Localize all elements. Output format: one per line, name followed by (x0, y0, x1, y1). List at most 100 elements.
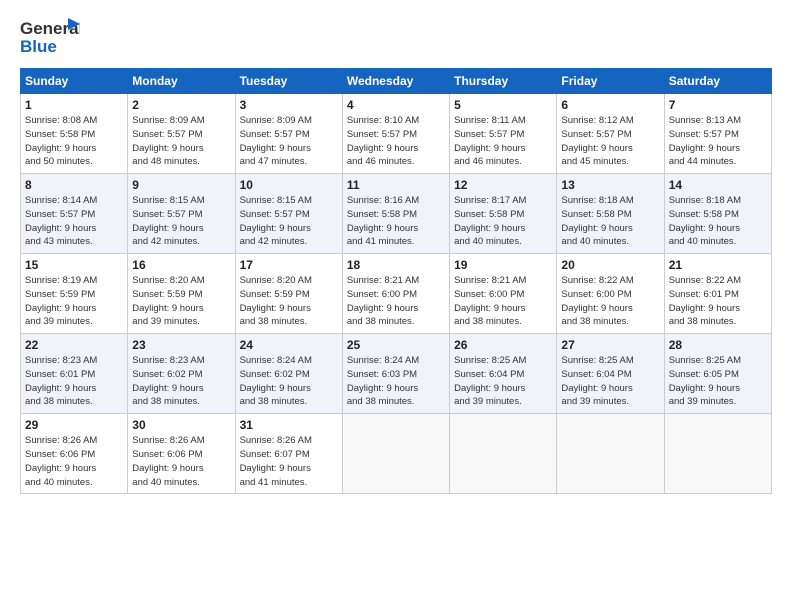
header-day-tuesday: Tuesday (235, 69, 342, 94)
calendar-cell: 17Sunrise: 8:20 AM Sunset: 5:59 PM Dayli… (235, 254, 342, 334)
day-info: Sunrise: 8:18 AM Sunset: 5:58 PM Dayligh… (561, 194, 659, 249)
calendar-cell: 20 Sunrise: 8:22 AM Sunset: 6:00 PM Dayli… (557, 254, 664, 334)
day-info: Sunrise: 8:08 AM Sunset: 5:58 PM Dayligh… (25, 114, 123, 169)
logo: GeneralBlue (20, 16, 80, 58)
day-info: Sunrise: 8:22 AM Sunset: 6:01 PM Dayligh… (669, 274, 767, 329)
day-info: Sunrise: 8:14 AM Sunset: 5:57 PM Dayligh… (25, 194, 123, 249)
calendar-cell: 31 Sunrise: 8:26 AM Sunset: 6:07 PM Dayli… (235, 414, 342, 494)
calendar-cell: 19 Sunrise: 8:21 AM Sunset: 6:00 PM Dayli… (450, 254, 557, 334)
day-info: Sunrise: 8:10 AM Sunset: 5:57 PM Dayligh… (347, 114, 445, 169)
calendar-cell: 28Sunrise: 8:25 AM Sunset: 6:05 PM Dayli… (664, 334, 771, 414)
day-info: Sunrise: 8:20 AM Sunset: 5:59 PM Dayligh… (132, 274, 230, 329)
calendar-cell: 24 Sunrise: 8:24 AM Sunset: 6:02 PM Dayli… (235, 334, 342, 414)
calendar-table: SundayMondayTuesdayWednesdayThursdayFrid… (20, 68, 772, 494)
day-info: Sunrise: 8:26 AM Sunset: 6:07 PM Dayligh… (240, 434, 338, 489)
day-info: Sunrise: 8:15 AM Sunset: 5:57 PM Dayligh… (132, 194, 230, 249)
day-number: 8 (25, 178, 123, 192)
calendar-cell: 25Sunrise: 8:24 AM Sunset: 6:03 PM Dayli… (342, 334, 449, 414)
calendar-cell: 18 Sunrise: 8:21 AM Sunset: 6:00 PM Dayli… (342, 254, 449, 334)
calendar-cell: 27 Sunrise: 8:25 AM Sunset: 6:04 PM Dayli… (557, 334, 664, 414)
day-number: 24 (240, 338, 338, 352)
day-info: Sunrise: 8:20 AM Sunset: 5:59 PM Dayligh… (240, 274, 338, 329)
calendar-week-3: 15Sunrise: 8:19 AM Sunset: 5:59 PM Dayli… (21, 254, 772, 334)
day-info: Sunrise: 8:16 AM Sunset: 5:58 PM Dayligh… (347, 194, 445, 249)
day-number: 5 (454, 98, 552, 112)
day-info: Sunrise: 8:25 AM Sunset: 6:04 PM Dayligh… (561, 354, 659, 409)
day-number: 3 (240, 98, 338, 112)
day-number: 21 (669, 258, 767, 272)
day-info: Sunrise: 8:24 AM Sunset: 6:02 PM Dayligh… (240, 354, 338, 409)
calendar-cell: 6 Sunrise: 8:12 AM Sunset: 5:57 PM Daylig… (557, 94, 664, 174)
day-info: Sunrise: 8:21 AM Sunset: 6:00 PM Dayligh… (347, 274, 445, 329)
calendar-cell: 16 Sunrise: 8:20 AM Sunset: 5:59 PM Dayli… (128, 254, 235, 334)
day-number: 27 (561, 338, 659, 352)
calendar-cell: 26 Sunrise: 8:25 AM Sunset: 6:04 PM Dayli… (450, 334, 557, 414)
day-info: Sunrise: 8:21 AM Sunset: 6:00 PM Dayligh… (454, 274, 552, 329)
calendar-cell: 1 Sunrise: 8:08 AM Sunset: 5:58 PM Daylig… (21, 94, 128, 174)
day-number: 30 (132, 418, 230, 432)
calendar-cell: 9 Sunrise: 8:15 AM Sunset: 5:57 PM Daylig… (128, 174, 235, 254)
page: GeneralBlue SundayMondayTuesdayWednesday… (0, 0, 792, 612)
day-number: 18 (347, 258, 445, 272)
calendar-cell: 23Sunrise: 8:23 AM Sunset: 6:02 PM Dayli… (128, 334, 235, 414)
header-day-wednesday: Wednesday (342, 69, 449, 94)
calendar-cell: 10 Sunrise: 8:15 AM Sunset: 5:57 PM Dayli… (235, 174, 342, 254)
day-info: Sunrise: 8:19 AM Sunset: 5:59 PM Dayligh… (25, 274, 123, 329)
calendar-week-1: 1 Sunrise: 8:08 AM Sunset: 5:58 PM Daylig… (21, 94, 772, 174)
header-day-monday: Monday (128, 69, 235, 94)
calendar-cell: 21 Sunrise: 8:22 AM Sunset: 6:01 PM Dayli… (664, 254, 771, 334)
calendar-cell: 2 Sunrise: 8:09 AM Sunset: 5:57 PM Daylig… (128, 94, 235, 174)
day-number: 31 (240, 418, 338, 432)
day-info: Sunrise: 8:23 AM Sunset: 6:01 PM Dayligh… (25, 354, 123, 409)
day-info: Sunrise: 8:25 AM Sunset: 6:04 PM Dayligh… (454, 354, 552, 409)
day-number: 19 (454, 258, 552, 272)
day-info: Sunrise: 8:09 AM Sunset: 5:57 PM Dayligh… (240, 114, 338, 169)
day-info: Sunrise: 8:15 AM Sunset: 5:57 PM Dayligh… (240, 194, 338, 249)
calendar-cell: 3 Sunrise: 8:09 AM Sunset: 5:57 PM Daylig… (235, 94, 342, 174)
calendar-cell (664, 414, 771, 494)
calendar-cell: 11Sunrise: 8:16 AM Sunset: 5:58 PM Dayli… (342, 174, 449, 254)
day-number: 20 (561, 258, 659, 272)
calendar-header-row: SundayMondayTuesdayWednesdayThursdayFrid… (21, 69, 772, 94)
svg-text:Blue: Blue (20, 37, 57, 56)
day-info: Sunrise: 8:18 AM Sunset: 5:58 PM Dayligh… (669, 194, 767, 249)
calendar-cell: 15Sunrise: 8:19 AM Sunset: 5:59 PM Dayli… (21, 254, 128, 334)
calendar-cell: 29Sunrise: 8:26 AM Sunset: 6:06 PM Dayli… (21, 414, 128, 494)
day-info: Sunrise: 8:13 AM Sunset: 5:57 PM Dayligh… (669, 114, 767, 169)
header-day-sunday: Sunday (21, 69, 128, 94)
day-number: 22 (25, 338, 123, 352)
calendar-cell: 8 Sunrise: 8:14 AM Sunset: 5:57 PM Daylig… (21, 174, 128, 254)
calendar-cell: 4 Sunrise: 8:10 AM Sunset: 5:57 PM Daylig… (342, 94, 449, 174)
calendar-cell: 30 Sunrise: 8:26 AM Sunset: 6:06 PM Dayli… (128, 414, 235, 494)
day-info: Sunrise: 8:12 AM Sunset: 5:57 PM Dayligh… (561, 114, 659, 169)
day-number: 4 (347, 98, 445, 112)
day-number: 10 (240, 178, 338, 192)
day-info: Sunrise: 8:23 AM Sunset: 6:02 PM Dayligh… (132, 354, 230, 409)
calendar-week-2: 8 Sunrise: 8:14 AM Sunset: 5:57 PM Daylig… (21, 174, 772, 254)
logo-svg: GeneralBlue (20, 16, 80, 58)
day-info: Sunrise: 8:11 AM Sunset: 5:57 PM Dayligh… (454, 114, 552, 169)
day-info: Sunrise: 8:09 AM Sunset: 5:57 PM Dayligh… (132, 114, 230, 169)
header-day-saturday: Saturday (664, 69, 771, 94)
header-day-friday: Friday (557, 69, 664, 94)
day-info: Sunrise: 8:25 AM Sunset: 6:05 PM Dayligh… (669, 354, 767, 409)
day-number: 2 (132, 98, 230, 112)
calendar-week-5: 29 Sunrise: 8:26 AM Sunset: 6:06 PM Dayli… (21, 414, 772, 494)
day-number: 7 (669, 98, 767, 112)
calendar-cell: 22 Sunrise: 8:23 AM Sunset: 6:01 PM Dayli… (21, 334, 128, 414)
day-number: 29 (25, 418, 123, 432)
calendar-cell: 13 Sunrise: 8:18 AM Sunset: 5:58 PM Dayli… (557, 174, 664, 254)
calendar-cell: 14Sunrise: 8:18 AM Sunset: 5:58 PM Dayli… (664, 174, 771, 254)
day-number: 6 (561, 98, 659, 112)
calendar-cell: 5 Sunrise: 8:11 AM Sunset: 5:57 PM Daylig… (450, 94, 557, 174)
day-info: Sunrise: 8:22 AM Sunset: 6:00 PM Dayligh… (561, 274, 659, 329)
day-number: 9 (132, 178, 230, 192)
day-number: 13 (561, 178, 659, 192)
day-info: Sunrise: 8:26 AM Sunset: 6:06 PM Dayligh… (132, 434, 230, 489)
day-number: 16 (132, 258, 230, 272)
day-number: 1 (25, 98, 123, 112)
day-number: 26 (454, 338, 552, 352)
day-number: 25 (347, 338, 445, 352)
calendar-week-4: 22 Sunrise: 8:23 AM Sunset: 6:01 PM Dayli… (21, 334, 772, 414)
header: GeneralBlue (20, 16, 772, 58)
